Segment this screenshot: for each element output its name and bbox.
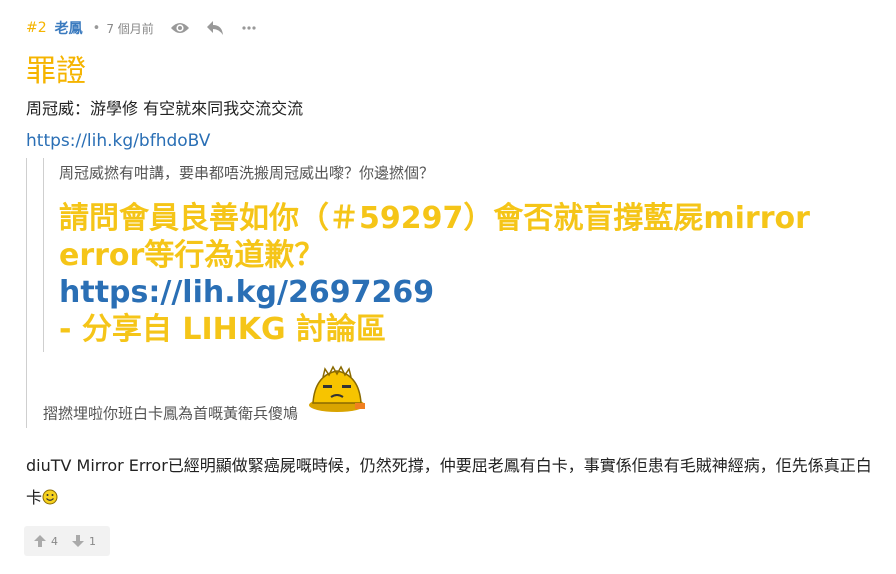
eye-icon[interactable] [170,21,190,35]
post-body-text: diuTV Mirror Error已經明顯做緊癌屍嘅時候，仍然死撐，仲要屈老鳳… [26,456,872,507]
shared-message: 請問會員良善如你（＃59297）會否就盲撐藍屍mirror error等行為道歉… [59,200,810,348]
post-time: 7 個月前 [106,21,154,36]
post-title-text: 罪證 [26,54,86,89]
smile-emoji-icon [42,484,58,516]
post-text-line: 周冠威：游學修 有空就來同我交流交流 [26,99,304,118]
shared-message-line: error等行為道歉？ [59,238,325,273]
floor-number[interactable]: #2 [26,20,47,36]
emoji-gif-icon [305,363,369,421]
downvote-count: 1 [89,534,96,548]
reply-icon[interactable] [206,20,224,36]
username[interactable]: 老鳳 [55,18,83,38]
shared-thread-link[interactable]: https://lih.kg/2697269 [59,275,434,310]
outer-quote-text: 摺撚埋啦你班白卡鳳為首嘅黃衛兵傻鳩 [43,364,369,425]
meta-separator: • [92,20,101,36]
upvote-button[interactable]: 4 [34,532,58,551]
vote-bar: 4 1 [24,526,110,556]
inner-quote: 周冠威撚有咁講，要串都唔洗搬周冠威出嚟？你邊撚個？ 請問會員良善如你（＃5929… [43,158,874,352]
upvote-count: 4 [51,534,58,548]
thumbs-up-icon [34,532,46,551]
post-meta: #2 老鳳 • 7 個月前 [26,15,256,41]
inner-quote-text: 周冠威撚有咁講，要串都唔洗搬周冠威出嚟？你邊撚個？ [59,164,435,182]
post-link[interactable]: https://lih.kg/bfhdoBV [26,129,210,153]
shared-source-line: - 分享自 LIHKG 討論區 [59,312,387,347]
outer-quote-line: 摺撚埋啦你班白卡鳳為首嘅黃衛兵傻鳩 [43,404,299,423]
more-icon[interactable] [242,26,256,30]
shared-message-line: 請問會員良善如你（＃59297）會否就盲撐藍屍mirror [59,201,810,236]
downvote-button[interactable]: 1 [72,532,96,551]
post-body: diuTV Mirror Error已經明顯做緊癌屍嘅時候，仍然死撐，仲要屈老鳳… [26,450,876,516]
outer-quote: 周冠威撚有咁講，要串都唔洗搬周冠威出嚟？你邊撚個？ 請問會員良善如你（＃5929… [26,158,877,428]
thumbs-down-icon [72,532,84,551]
